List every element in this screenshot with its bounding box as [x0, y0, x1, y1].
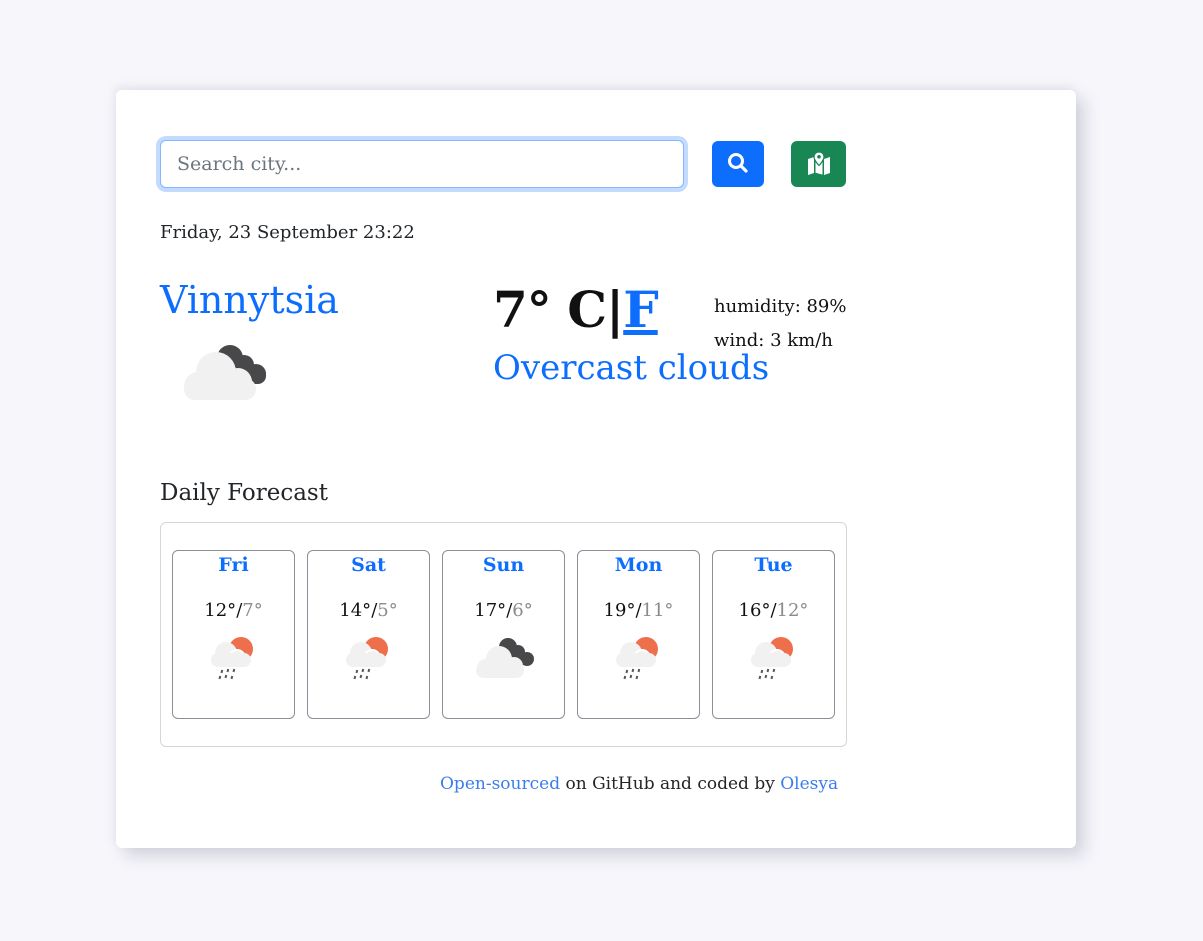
search-city-input[interactable]: [160, 140, 684, 188]
current-date: Friday, 23 September 23:22: [160, 222, 415, 243]
forecast-temps: 16°/12°: [738, 600, 809, 621]
forecast-low: 5°: [377, 600, 398, 621]
forecast-high: 12°: [204, 600, 237, 621]
forecast-container: Fri 12°/7° Sat 14°/5° Sun 17°/6° Mon 19°…: [160, 522, 847, 747]
forecast-high: 17°: [474, 600, 507, 621]
overcast-clouds-icon: [443, 635, 564, 679]
humidity-value: humidity: 89%: [714, 296, 847, 317]
forecast-day-name: Sat: [351, 554, 386, 576]
footer: Open-sourced on GitHub and coded by Oles…: [440, 774, 838, 794]
footer-text: on GitHub and coded by: [560, 774, 781, 794]
city-name: Vinnytsia: [160, 278, 339, 322]
forecast-day-name: Mon: [614, 554, 663, 576]
forecast-high: 16°: [738, 600, 771, 621]
rain-sun-icon: [308, 635, 429, 683]
temperature-display: 7° C|F: [493, 280, 659, 339]
weather-card: Friday, 23 September 23:22 Vinnytsia 7° …: [116, 90, 1076, 848]
rain-sun-icon: [578, 635, 699, 683]
fahrenheit-link[interactable]: F: [623, 280, 658, 339]
author-link[interactable]: Olesya: [780, 774, 838, 794]
forecast-day-name: Sun: [482, 554, 525, 576]
forecast-temps: 19°/11°: [603, 600, 674, 621]
current-location-button[interactable]: [791, 141, 846, 187]
unit-separator: |: [606, 280, 624, 339]
rain-sun-icon: [173, 635, 294, 683]
forecast-high: 19°: [603, 600, 636, 621]
overcast-clouds-icon: [176, 338, 272, 406]
forecast-temps: 12°/7°: [204, 600, 263, 621]
forecast-day-name: Tue: [754, 554, 793, 576]
forecast-day-card: Mon 19°/11°: [577, 550, 700, 719]
forecast-low: 12°: [776, 600, 809, 621]
forecast-low: 11°: [641, 600, 674, 621]
temperature-value: 7°: [493, 280, 552, 339]
forecast-high: 14°: [339, 600, 372, 621]
search-form: [160, 140, 846, 188]
celsius-unit[interactable]: C: [567, 280, 607, 339]
forecast-title: Daily Forecast: [160, 480, 328, 506]
wind-value: wind: 3 km/h: [714, 330, 833, 351]
forecast-day-card: Sun 17°/6°: [442, 550, 565, 719]
forecast-day-card: Fri 12°/7°: [172, 550, 295, 719]
open-source-link[interactable]: Open-sourced: [440, 774, 560, 794]
forecast-low: 7°: [242, 600, 263, 621]
forecast-day-name: Fri: [218, 554, 249, 576]
weather-details: humidity: 89% wind: 3 km/h: [714, 290, 847, 358]
forecast-day-card: Sat 14°/5°: [307, 550, 430, 719]
map-location-icon: [806, 150, 832, 178]
forecast-low: 6°: [512, 600, 533, 621]
forecast-temps: 14°/5°: [339, 600, 398, 621]
forecast-temps: 17°/6°: [474, 600, 533, 621]
forecast-day-card: Tue 16°/12°: [712, 550, 835, 719]
rain-sun-icon: [713, 635, 834, 683]
search-button[interactable]: [712, 141, 764, 187]
search-icon: [727, 152, 749, 177]
